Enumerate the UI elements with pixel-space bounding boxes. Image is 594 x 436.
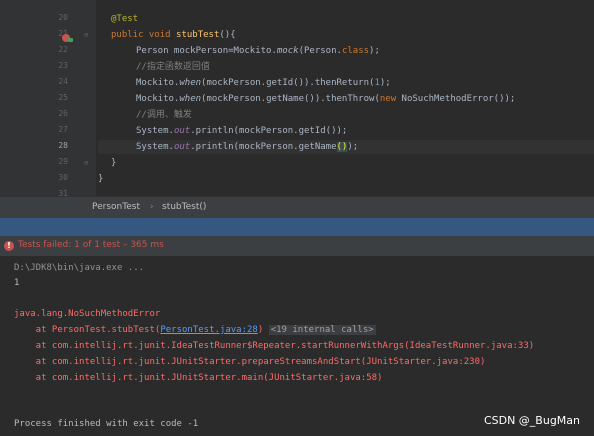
code-text: Mockito. xyxy=(136,78,180,88)
code-text: (mockPerson.getId()).thenReturn( xyxy=(201,78,375,88)
stack-trace-line: at com.intellij.rt.junit.JUnitStarter.pr… xyxy=(14,357,486,367)
static-field: out xyxy=(173,142,191,152)
folded-calls[interactable]: <19 internal calls> xyxy=(268,325,376,335)
stack-trace-line: at com.intellij.rt.junit.JUnitStarter.ma… xyxy=(14,373,383,383)
annotation: @Test xyxy=(111,14,139,24)
code-line: Person mockPerson=Mockito.mock(Person.cl… xyxy=(98,44,594,58)
code-text: Mockito. xyxy=(136,94,180,104)
run-test-icon[interactable] xyxy=(62,34,73,42)
static-call: when xyxy=(179,94,202,104)
keyword: new xyxy=(379,94,402,104)
code-text: Person mockPerson=Mockito. xyxy=(136,46,277,56)
keyword: class xyxy=(341,46,370,56)
code-text: ); xyxy=(379,78,391,88)
fold-icon[interactable]: ⊖ xyxy=(84,159,88,167)
code-text: (mockPerson.getName()).thenThrow( xyxy=(201,94,380,104)
code-text: (){ xyxy=(219,30,236,40)
code-text: System. xyxy=(136,126,174,136)
code-line: //指定函数返回值 xyxy=(98,60,594,74)
stack-trace-line: at com.intellij.rt.junit.IdeaTestRunner$… xyxy=(14,341,535,351)
matched-brace: () xyxy=(336,142,348,152)
keyword: public void xyxy=(111,30,177,40)
stack-trace-line: at PersonTest.stubTest(PersonTest.java:2… xyxy=(14,325,376,335)
static-call: mock xyxy=(276,46,299,56)
code-text: (Person. xyxy=(298,46,342,56)
breadcrumb: PersonTest › stubTest() xyxy=(0,196,594,219)
test-status-bar: ! Tests failed: 1 of 1 test – 365 ms xyxy=(0,236,594,256)
code-text: ); xyxy=(347,142,359,152)
line-number: 27 xyxy=(58,125,68,134)
run-tool-header xyxy=(0,218,594,236)
ide-window: 20 21 22 23 24 25 26 27 28 29 30 31 ⊖ ⊖ … xyxy=(0,0,594,436)
exit-message: Process finished with exit code -1 xyxy=(14,419,199,429)
code-line: } xyxy=(98,172,594,186)
line-number-gutter: 20 21 22 23 24 25 26 27 28 29 30 31 ⊖ ⊖ xyxy=(0,0,96,198)
line-number: 25 xyxy=(58,93,68,102)
source-link[interactable]: PersonTest.java:28 xyxy=(160,325,258,335)
code-text: .println(mockPerson.getId()); xyxy=(190,126,348,136)
static-call: when xyxy=(179,78,202,88)
exception-name: java.lang.NoSuchMethodError xyxy=(14,309,161,319)
code-line: System.out.println(mockPerson.getId()); xyxy=(98,124,594,138)
comment: //调用、触发 xyxy=(136,110,192,120)
code-line: Mockito.when(mockPerson.getId()).thenRet… xyxy=(98,76,594,90)
fold-icon[interactable]: ⊖ xyxy=(84,31,88,39)
console-command[interactable]: D:\JDK8\bin\java.exe ... xyxy=(14,263,144,273)
method-name: stubTest xyxy=(176,30,220,40)
line-number: 29 xyxy=(58,157,68,166)
line-number: 23 xyxy=(58,61,68,70)
code-text: } xyxy=(98,174,104,184)
code-text: System. xyxy=(136,142,174,152)
line-number: 26 xyxy=(58,109,68,118)
console-output: 1 xyxy=(14,278,20,288)
code-line: //调用、触发 xyxy=(98,108,594,122)
code-text: } xyxy=(111,158,117,168)
trace-text: at PersonTest.stubTest( xyxy=(14,325,161,335)
error-icon: ! xyxy=(4,241,14,251)
test-status-text: Tests failed: 1 of 1 test – 365 ms xyxy=(18,240,164,250)
line-number: 22 xyxy=(58,45,68,54)
code-line: public void stubTest(){ xyxy=(98,28,594,42)
breadcrumb-method[interactable]: stubTest() xyxy=(162,202,206,212)
code-line: Mockito.when(mockPerson.getName()).thenT… xyxy=(98,92,594,106)
code-text: .println(mockPerson.getName xyxy=(190,142,337,152)
comment: //指定函数返回值 xyxy=(136,62,210,72)
run-console[interactable]: D:\JDK8\bin\java.exe ... 1 java.lang.NoS… xyxy=(0,256,594,436)
line-number: 24 xyxy=(58,77,68,86)
code-text: ); xyxy=(369,46,380,56)
code-line: @Test xyxy=(98,12,594,26)
line-number: 20 xyxy=(58,13,68,22)
line-number: 30 xyxy=(58,173,68,182)
static-field: out xyxy=(173,126,191,136)
breadcrumb-class[interactable]: PersonTest xyxy=(92,202,140,212)
trace-text: ) xyxy=(257,325,264,335)
line-number-current: 28 xyxy=(58,141,68,150)
breadcrumb-separator: › xyxy=(150,202,154,212)
watermark: CSDN @_BugMan xyxy=(483,414,580,427)
code-text: NoSuchMethodError()); xyxy=(401,94,516,104)
code-line: } xyxy=(98,156,594,170)
code-editor[interactable]: 20 21 22 23 24 25 26 27 28 29 30 31 ⊖ ⊖ … xyxy=(0,0,594,198)
code-line-current: System.out.println(mockPerson.getName())… xyxy=(98,140,594,154)
